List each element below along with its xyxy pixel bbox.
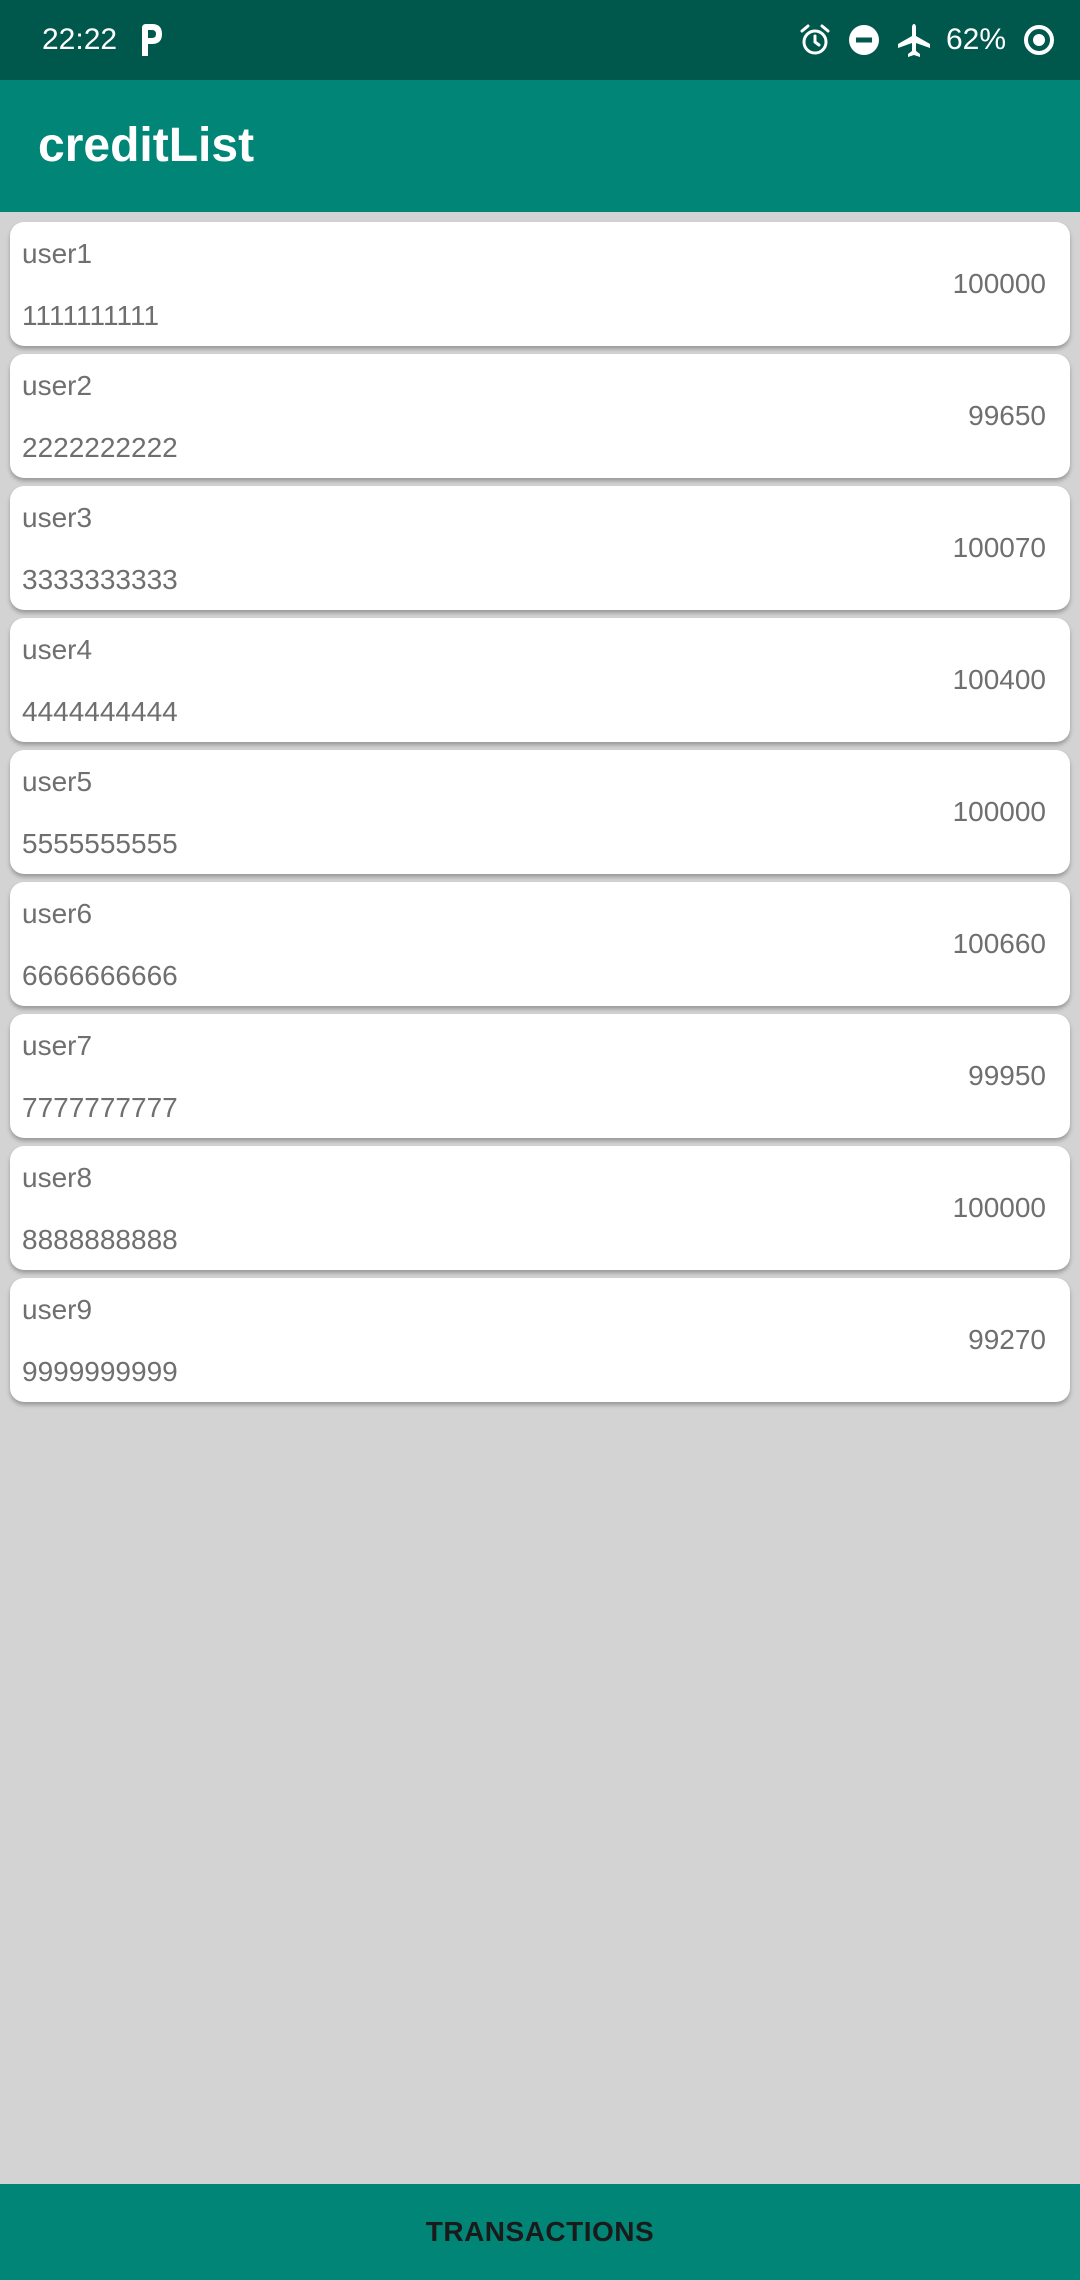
user-name: user1 [22,238,93,269]
user-credit: 100000 [952,268,1046,299]
airplane-mode-icon [897,24,930,57]
list-item[interactable]: user8 8888888888 100000 [10,1146,1070,1270]
list-item[interactable]: user2 2222222222 99650 [10,354,1070,478]
app-bar: creditList [0,80,1080,212]
user-phone: 7777777777 [22,1092,178,1123]
parking-icon [142,24,162,56]
credit-list: user1 1111111111 100000 user2 2222222222… [10,222,1070,1410]
user-credit: 100070 [952,532,1046,563]
alarm-icon [800,24,830,55]
user-name: user3 [22,502,93,533]
user-phone: 2222222222 [22,432,178,463]
page-title: creditList [38,119,255,172]
user-phone: 4444444444 [22,696,178,727]
transactions-button[interactable]: TRANSACTIONS [0,2184,1080,2280]
user-credit: 100400 [952,664,1046,695]
transactions-button-label: TRANSACTIONS [425,2216,655,2247]
user-name: user9 [22,1294,93,1325]
user-credit: 100660 [952,928,1046,959]
list-item[interactable]: user9 9999999999 99270 [10,1278,1070,1402]
do-not-disturb-icon [848,25,879,55]
user-credit: 100000 [952,796,1046,827]
user-name: user5 [22,766,93,797]
battery-percentage: 62% [945,23,1006,56]
user-name: user7 [22,1030,93,1061]
user-phone: 8888888888 [22,1224,178,1255]
status-icons: 62% [798,18,1056,62]
user-phone: 6666666666 [22,960,178,991]
user-phone: 1111111111 [22,300,160,331]
list-item[interactable]: user3 3333333333 100070 [10,486,1070,610]
list-item[interactable]: user7 7777777777 99950 [10,1014,1070,1138]
user-phone: 5555555555 [22,828,178,859]
user-credit: 99650 [968,400,1046,431]
user-phone: 9999999999 [22,1356,178,1387]
status-bar: 22:22 62% [0,0,1080,80]
user-name: user2 [22,370,93,401]
data-saver-icon [1024,25,1054,55]
user-name: user8 [22,1162,93,1193]
user-phone: 3333333333 [22,564,178,595]
list-item[interactable]: user6 6666666666 100660 [10,882,1070,1006]
list-item[interactable]: user1 1111111111 100000 [10,222,1070,346]
status-time: 22:22 [42,23,118,56]
user-name: user4 [22,634,93,665]
list-item[interactable]: user5 5555555555 100000 [10,750,1070,874]
user-credit: 100000 [952,1192,1046,1223]
user-credit: 99950 [968,1060,1046,1091]
list-item[interactable]: user4 4444444444 100400 [10,618,1070,742]
user-name: user6 [22,898,93,929]
user-credit: 99270 [968,1324,1046,1355]
